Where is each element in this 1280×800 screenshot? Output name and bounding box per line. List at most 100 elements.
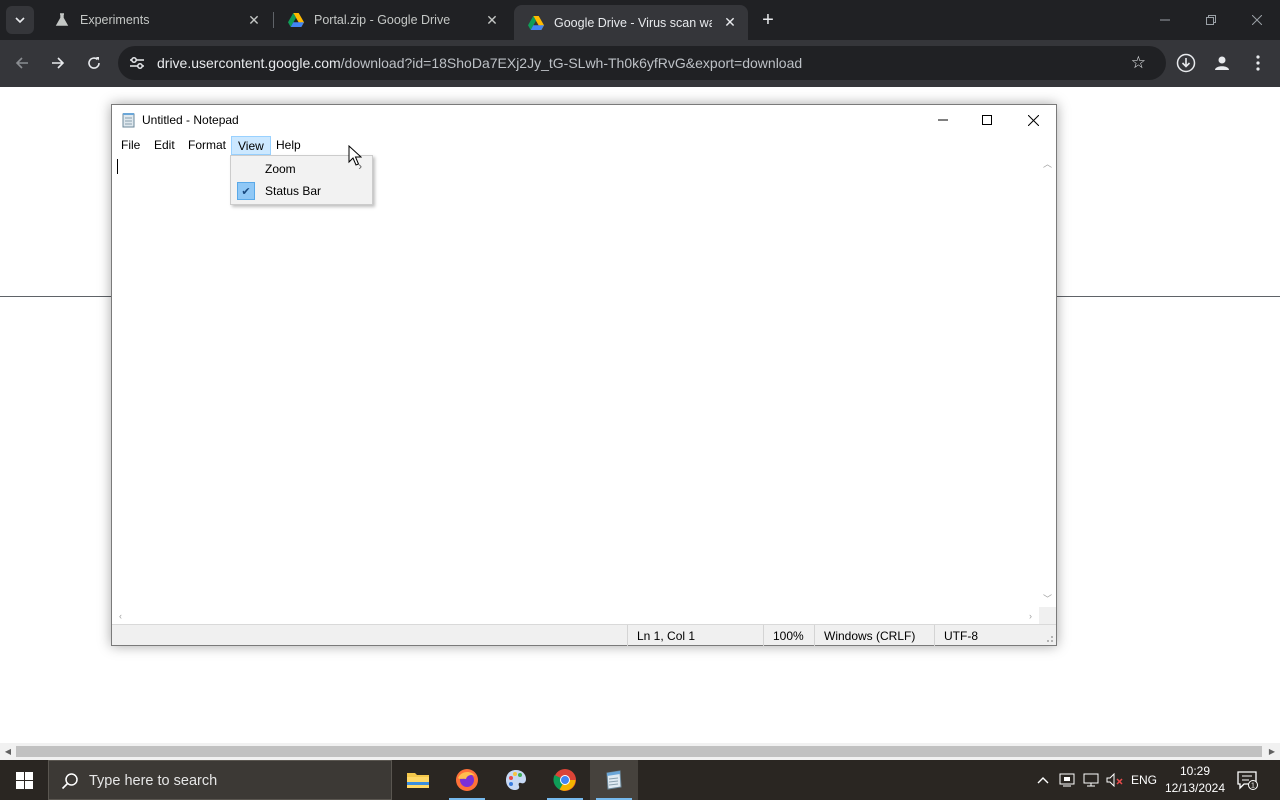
scroll-up-arrow-icon[interactable]: ︿	[1039, 155, 1056, 172]
close-icon	[1027, 114, 1039, 126]
google-drive-icon	[288, 12, 304, 28]
clock-date: 12/13/2024	[1164, 781, 1226, 795]
notepad-minimize-button[interactable]	[920, 105, 966, 135]
notepad-status-bar: Ln 1, Col 1 100% Windows (CRLF) UTF-8	[112, 624, 1056, 646]
clock-time: 10:29	[1179, 764, 1211, 778]
close-icon[interactable]: ✕	[482, 10, 502, 30]
notepad-close-button[interactable]	[1010, 105, 1056, 135]
notepad-vertical-scrollbar[interactable]: ︿ ﹀	[1039, 155, 1056, 607]
notepad-icon	[122, 113, 135, 128]
menu-file[interactable]: File	[115, 136, 146, 155]
menu-format[interactable]: Format	[182, 136, 232, 155]
taskbar-clock[interactable]: 10:29 12/13/2024	[1160, 763, 1230, 797]
site-info-icon[interactable]	[128, 54, 146, 72]
profile-button[interactable]	[1208, 49, 1236, 77]
flask-icon	[54, 12, 70, 28]
paint-icon	[506, 770, 526, 790]
restore-icon	[1206, 15, 1216, 25]
notepad-horizontal-scrollbar[interactable]: ‹ ›	[112, 607, 1039, 624]
scrollbar-corner	[1039, 607, 1056, 624]
taskbar-notepad[interactable]	[590, 760, 638, 800]
taskbar-paint[interactable]	[492, 760, 540, 800]
windows-taskbar: Type here to search ENG 10:29 12/13/2024…	[0, 760, 1280, 800]
status-encoding: UTF-8	[934, 625, 1054, 646]
tab-experiments[interactable]: Experiments ✕	[40, 0, 272, 40]
show-hidden-icons-button[interactable]	[1032, 760, 1054, 800]
scroll-down-arrow-icon[interactable]: ﹀	[1039, 590, 1056, 607]
url-domain: drive.usercontent.google.com	[157, 55, 341, 71]
scroll-right-arrow-icon[interactable]: ›	[1022, 607, 1039, 624]
menu-item-label: Zoom	[265, 162, 296, 176]
tab-title: Portal.zip - Google Drive	[314, 13, 451, 27]
language-indicator[interactable]: ENG	[1128, 760, 1160, 800]
kebab-menu-icon	[1256, 55, 1260, 71]
reload-button[interactable]	[80, 49, 108, 77]
status-zoom: 100%	[763, 625, 814, 646]
notepad-maximize-button[interactable]	[964, 105, 1010, 135]
taskbar-file-explorer[interactable]	[394, 760, 442, 800]
text-caret	[117, 159, 118, 174]
minimize-icon	[1160, 19, 1170, 21]
network-icon	[1083, 773, 1099, 787]
menu-edit[interactable]: Edit	[148, 136, 181, 155]
chevron-up-icon	[1037, 777, 1049, 784]
resize-grip-icon[interactable]	[1044, 633, 1054, 643]
browser-close-button[interactable]	[1234, 0, 1280, 40]
page-horizontal-scrollbar[interactable]: ◀ ▶	[0, 743, 1280, 760]
browser-restore-button[interactable]	[1188, 0, 1234, 40]
url-text[interactable]: drive.usercontent.google.com/download?id…	[157, 55, 802, 71]
menu-item-status-bar[interactable]: ✔ Status Bar	[233, 180, 370, 201]
tab-search-button[interactable]	[6, 6, 34, 34]
taskbar-search-box[interactable]: Type here to search	[48, 760, 392, 800]
scrollbar-thumb[interactable]	[16, 746, 1262, 757]
plus-icon: +	[762, 8, 774, 31]
tab-virus-scan-warning[interactable]: Google Drive - Virus scan warn ✕	[514, 5, 748, 40]
checkmark-icon: ✔	[237, 182, 255, 200]
chrome-menu-button[interactable]	[1244, 49, 1272, 77]
url-path: /download?id=18ShoDa7EXj2Jy_tG-SLwh-Th0k…	[340, 55, 803, 71]
taskbar-chrome[interactable]	[541, 760, 589, 800]
notification-count: 1	[1251, 783, 1255, 790]
notepad-text-area[interactable]	[112, 155, 1039, 607]
start-button[interactable]	[0, 760, 48, 800]
close-icon[interactable]: ✕	[244, 10, 264, 30]
browser-tab-strip: Experiments ✕ Portal.zip - Google Drive …	[0, 0, 1280, 40]
new-tab-button[interactable]: +	[756, 8, 780, 32]
forward-button[interactable]	[44, 49, 72, 77]
download-icon	[1176, 53, 1196, 73]
close-icon[interactable]: ✕	[720, 13, 740, 33]
scroll-left-arrow-icon[interactable]: ‹	[112, 607, 129, 624]
scroll-right-arrow-icon[interactable]: ▶	[1264, 743, 1280, 760]
menu-view[interactable]: View	[231, 136, 271, 155]
search-icon	[61, 773, 78, 790]
scroll-left-arrow-icon[interactable]: ◀	[0, 743, 16, 760]
back-button[interactable]	[8, 49, 36, 77]
maximize-icon	[982, 115, 992, 125]
windows-logo-icon	[15, 771, 33, 789]
chevron-down-icon	[15, 17, 25, 24]
downloads-button[interactable]	[1172, 49, 1200, 77]
google-drive-icon	[528, 15, 544, 31]
tray-app-icon	[1059, 773, 1075, 787]
tab-title: Google Drive - Virus scan warn	[554, 15, 712, 30]
menu-help[interactable]: Help	[270, 136, 307, 155]
notepad-title-bar[interactable]: Untitled - Notepad	[112, 105, 1056, 135]
file-explorer-icon	[407, 773, 429, 788]
address-bar[interactable]: drive.usercontent.google.com/download?id…	[118, 46, 1166, 80]
tab-title: Experiments	[80, 13, 150, 27]
tab-portal-zip[interactable]: Portal.zip - Google Drive ✕	[274, 0, 510, 40]
reload-icon	[88, 57, 100, 69]
arrow-right-icon	[52, 57, 65, 69]
bookmark-star-icon[interactable]: ☆	[1131, 53, 1146, 73]
arrow-left-icon	[15, 57, 28, 69]
network-button[interactable]	[1080, 760, 1102, 800]
firefox-icon	[456, 769, 478, 791]
status-line-ending: Windows (CRLF)	[814, 625, 934, 646]
profile-icon	[1215, 56, 1229, 70]
notification-center-icon[interactable]: 1	[1236, 770, 1258, 790]
tray-app-button[interactable]	[1056, 760, 1078, 800]
browser-minimize-button[interactable]	[1142, 0, 1188, 40]
taskbar-firefox[interactable]	[443, 760, 491, 800]
volume-button[interactable]	[1104, 760, 1126, 800]
menu-item-label: Status Bar	[265, 184, 322, 198]
